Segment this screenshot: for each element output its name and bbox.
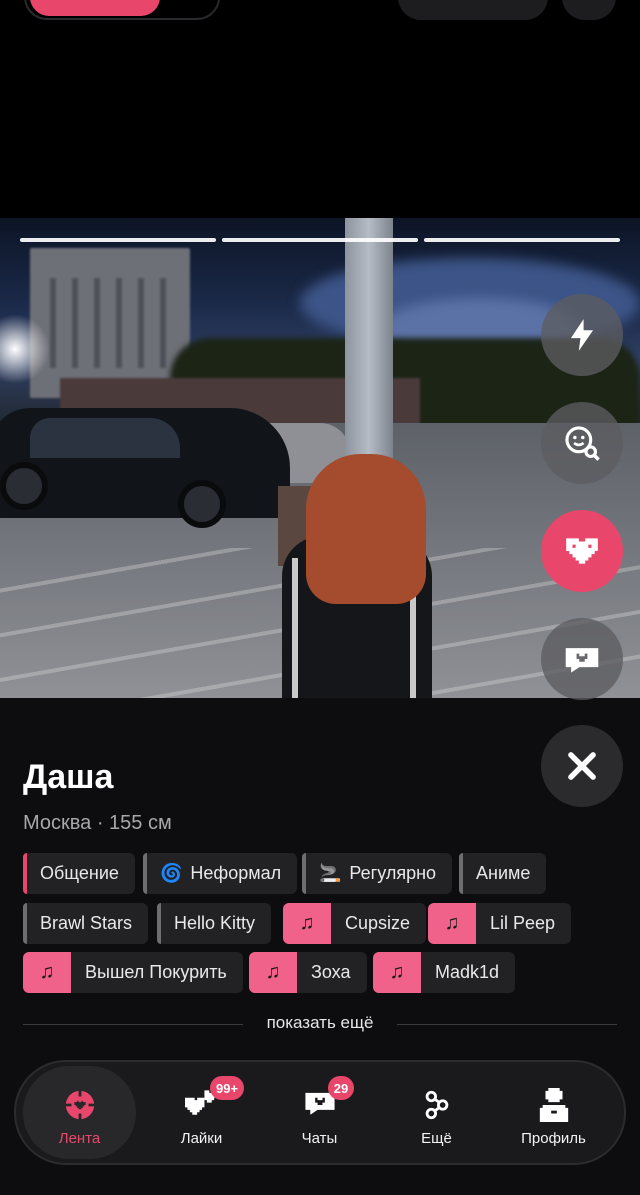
crosshair-heart-icon bbox=[63, 1089, 96, 1121]
music-note-icon: ♫ bbox=[23, 952, 71, 993]
tag-chip[interactable]: 🚬 Регулярно bbox=[302, 853, 453, 894]
close-icon bbox=[568, 752, 596, 780]
tag-label: Cupsize bbox=[345, 913, 411, 933]
tag-chip[interactable]: Общение bbox=[23, 853, 135, 894]
tab-more[interactable]: Ещё bbox=[380, 1066, 493, 1159]
profile-name: Даша bbox=[23, 758, 114, 796]
pixel-heart-icon bbox=[566, 538, 598, 564]
app-screen: Даша Москва · 155 см Общение 🌀 Неформал … bbox=[0, 0, 640, 1195]
photo-progress-1 bbox=[20, 238, 216, 242]
music-tag-chip[interactable]: ♫ Lil Peep bbox=[428, 903, 572, 944]
tag-label: Lil Peep bbox=[490, 913, 556, 933]
lightning-icon bbox=[570, 319, 594, 351]
chats-count-badge: 29 bbox=[328, 1076, 354, 1100]
tag-chip[interactable]: Brawl Stars bbox=[23, 903, 149, 944]
tag-label: Brawl Stars bbox=[40, 913, 133, 933]
tab-label: Профиль bbox=[521, 1130, 586, 1147]
music-note-icon: ♫ bbox=[249, 952, 297, 993]
music-note-icon: ♫ bbox=[373, 952, 421, 993]
tag-label: Зоха bbox=[311, 962, 351, 982]
pixel-chat-heart-icon bbox=[565, 648, 599, 673]
face-search-icon bbox=[565, 426, 600, 461]
cigarette-emoji-icon: 🚬 bbox=[319, 863, 342, 883]
top-settings-button[interactable] bbox=[562, 0, 616, 20]
search-match-button[interactable] bbox=[541, 402, 623, 484]
music-tag-chip[interactable]: ♫ Вышел Покурить bbox=[23, 952, 243, 993]
tab-chats[interactable]: Чаты bbox=[263, 1066, 376, 1159]
tab-label: Чаты bbox=[301, 1130, 338, 1147]
music-tag-chip[interactable]: ♫ Зоха bbox=[249, 952, 367, 993]
tab-label: Лента bbox=[58, 1130, 101, 1147]
dislike-button[interactable] bbox=[541, 725, 623, 807]
tag-label: Аниме bbox=[476, 863, 531, 883]
boost-button[interactable] bbox=[541, 294, 623, 376]
profile-location-height: Москва · 155 см bbox=[23, 812, 172, 834]
show-more-link[interactable]: показать ещё bbox=[0, 1013, 640, 1033]
tag-label: Hello Kitty bbox=[174, 913, 256, 933]
photo-progress-2 bbox=[222, 238, 418, 242]
tag-chip[interactable]: Аниме bbox=[459, 853, 547, 894]
top-filter-button[interactable] bbox=[398, 0, 548, 20]
tag-label: Общение bbox=[40, 863, 119, 883]
top-toggle-active[interactable] bbox=[30, 0, 160, 16]
tag-chip[interactable]: Hello Kitty bbox=[157, 903, 272, 944]
tab-feed[interactable]: Лента bbox=[23, 1066, 136, 1159]
tag-label: Madk1d bbox=[435, 962, 500, 982]
pixel-person-icon bbox=[539, 1088, 568, 1122]
music-note-icon: ♫ bbox=[283, 903, 331, 944]
tag-label: Регулярно bbox=[349, 863, 437, 883]
nodes-icon bbox=[425, 1090, 448, 1120]
tag-chip[interactable]: 🌀 Неформал bbox=[143, 853, 298, 894]
message-button[interactable] bbox=[541, 618, 623, 700]
music-tag-chip[interactable]: ♫ Madk1d bbox=[373, 952, 516, 993]
tab-label: Ещё bbox=[421, 1130, 452, 1147]
music-note-icon: ♫ bbox=[428, 903, 476, 944]
likes-count-badge: 99+ bbox=[210, 1076, 245, 1100]
tab-label: Лайки bbox=[180, 1130, 223, 1147]
tab-profile[interactable]: Профиль bbox=[497, 1066, 610, 1159]
tag-label: Вышел Покурить bbox=[85, 962, 227, 982]
tag-label: Неформал bbox=[190, 863, 282, 883]
spiral-emoji-icon: 🌀 bbox=[160, 863, 183, 883]
photo-progress-3 bbox=[424, 238, 620, 242]
music-tag-chip[interactable]: ♫ Cupsize bbox=[283, 903, 427, 944]
like-button[interactable] bbox=[541, 510, 623, 592]
